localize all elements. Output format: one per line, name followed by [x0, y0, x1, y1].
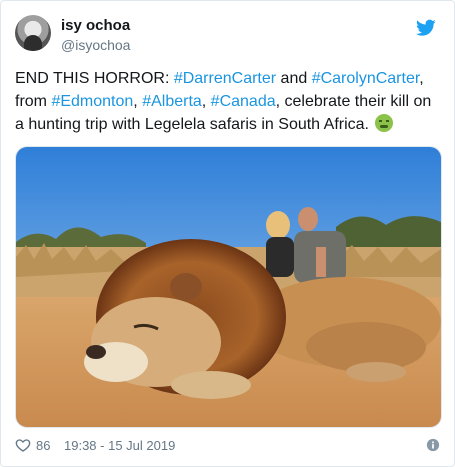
- tweet-text-part: ,: [201, 93, 211, 110]
- avatar[interactable]: [15, 15, 51, 51]
- tweet-text: END THIS HORROR: #DarrenCarter and #Caro…: [15, 67, 439, 136]
- safari-lion-photo: [16, 147, 441, 427]
- hashtag-canada[interactable]: #Canada: [211, 93, 276, 110]
- tweet-footer: 86 19:38 - 15 Jul 2019: [15, 437, 440, 455]
- nauseated-face-icon: [375, 114, 394, 132]
- tweet-header: isy ochoa @isyochoa: [15, 15, 440, 57]
- hashtag-edmonton[interactable]: #Edmonton: [51, 93, 133, 110]
- tweet-text-part: END THIS HORROR:: [15, 70, 174, 87]
- twitter-bird-icon[interactable]: [416, 19, 436, 37]
- hashtag-darrencarter[interactable]: #DarrenCarter: [174, 70, 276, 87]
- tweet-text-part: ,: [133, 93, 143, 110]
- hashtag-alberta[interactable]: #Alberta: [142, 93, 202, 110]
- author-display-name[interactable]: isy ochoa: [61, 17, 130, 34]
- author-handle[interactable]: @isyochoa: [61, 37, 130, 53]
- tweet-photo[interactable]: [15, 146, 442, 428]
- heart-icon[interactable]: [15, 437, 31, 453]
- tweet-card[interactable]: isy ochoa @isyochoa END THIS HORROR: #Da…: [0, 0, 455, 467]
- tweet-timestamp[interactable]: 19:38 - 15 Jul 2019: [64, 438, 175, 453]
- info-icon[interactable]: [426, 438, 440, 452]
- like-count: 86: [36, 438, 51, 453]
- tweet-text-part: and: [276, 70, 312, 87]
- hashtag-carolyncarter[interactable]: #CarolynCarter: [312, 70, 420, 87]
